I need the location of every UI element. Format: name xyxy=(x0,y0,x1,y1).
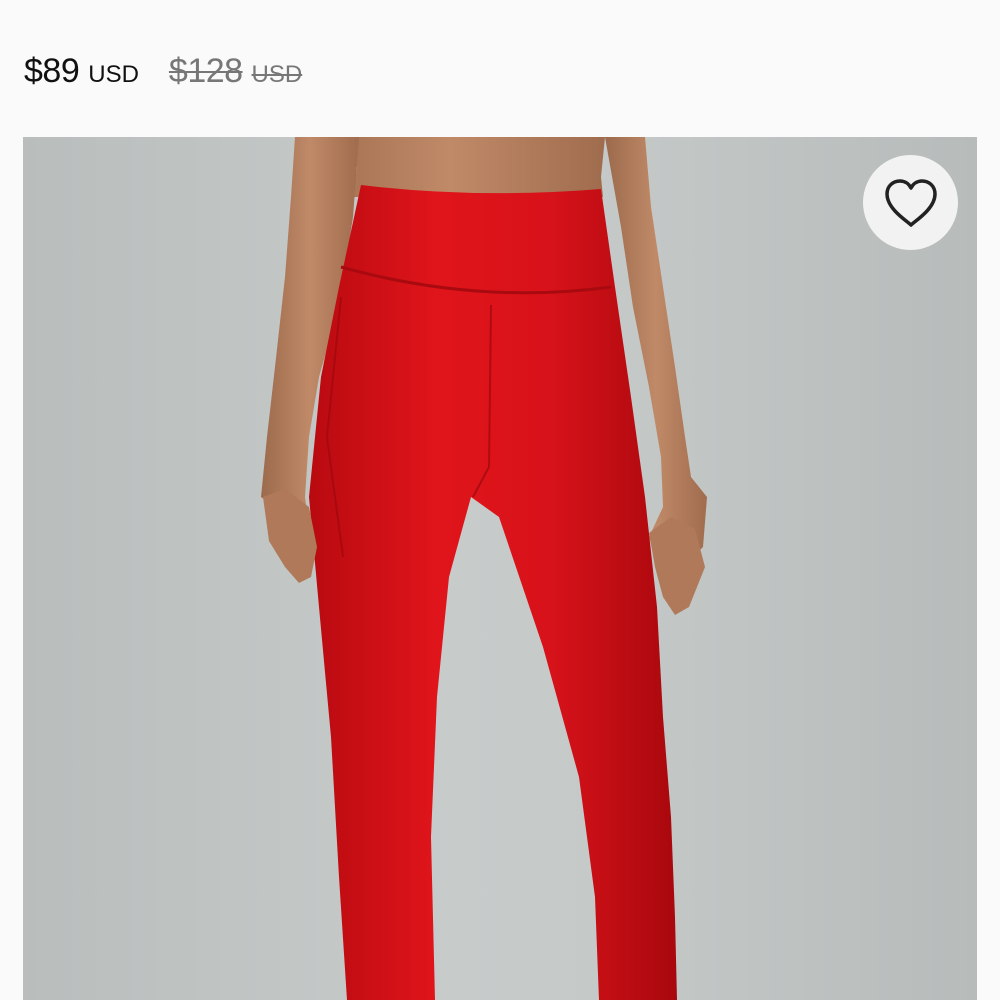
product-photo xyxy=(261,137,707,1000)
price-row: $89 USD $128 USD xyxy=(24,52,302,91)
original-price: $128 USD xyxy=(169,52,302,91)
original-price-currency: USD xyxy=(251,61,303,88)
sale-price-amount: $89 xyxy=(24,52,80,90)
original-price-amount: $128 xyxy=(168,52,243,90)
left-hand xyxy=(263,489,317,583)
product-page: $89 USD $128 USD xyxy=(0,0,1000,1000)
sale-price: $89 USD xyxy=(24,52,139,91)
favorite-button[interactable] xyxy=(863,155,958,250)
red-leggings xyxy=(309,185,677,1000)
sale-price-currency: USD xyxy=(88,61,139,88)
heart-outline-icon xyxy=(884,178,937,227)
product-image[interactable] xyxy=(23,137,977,1000)
